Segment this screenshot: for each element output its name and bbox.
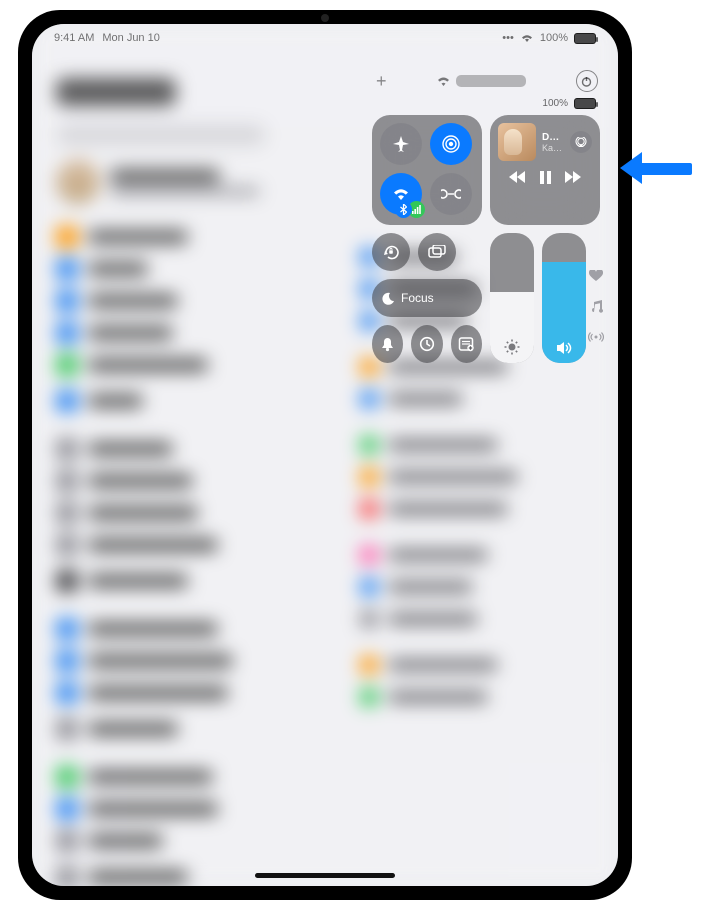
volume-icon (556, 341, 573, 355)
rotation-lock-button[interactable] (372, 233, 410, 271)
volume-slider[interactable] (542, 233, 586, 363)
cellular-badge-icon (412, 205, 421, 214)
pause-button[interactable] (540, 171, 551, 184)
timer-button[interactable] (411, 325, 442, 363)
add-control-button[interactable]: + (376, 71, 387, 92)
wifi-toggle[interactable] (380, 173, 422, 215)
moon-icon (382, 292, 395, 305)
bluetooth-badge-icon (400, 204, 407, 215)
camera-dot (321, 14, 329, 22)
wifi-status-icon (520, 33, 534, 43)
brightness-icon (504, 339, 520, 355)
side-indicators (588, 270, 604, 342)
status-bar: 9:41 AM Mon Jun 10 ••• 100% (32, 32, 618, 44)
screen: 9:41 AM Mon Jun 10 ••• 100% + (32, 24, 618, 886)
control-center: + 100% (372, 70, 602, 363)
battery-pct: 100% (540, 32, 568, 44)
quick-note-button[interactable] (451, 325, 482, 363)
heart-icon (589, 270, 603, 282)
rewind-button[interactable] (508, 171, 526, 184)
ipad-device-frame: 9:41 AM Mon Jun 10 ••• 100% + (18, 10, 632, 900)
focus-label: Focus (401, 291, 434, 305)
media-title: Deeper Well (542, 132, 564, 143)
callout-arrow (620, 152, 692, 184)
battery-icon-cc (574, 98, 596, 109)
battery-icon (574, 33, 596, 44)
connectivity-card[interactable] (372, 115, 482, 225)
status-dots-icon: ••• (502, 32, 514, 44)
airplane-mode-toggle[interactable] (380, 123, 422, 165)
wifi-icon (437, 76, 450, 87)
battery-pct-cc: 100% (542, 98, 568, 109)
album-art (498, 123, 536, 161)
status-date: Mon Jun 10 (102, 32, 159, 44)
airplay-button[interactable] (570, 131, 592, 153)
media-artist: Kacey Musgraves (542, 143, 564, 153)
brightness-slider[interactable] (490, 233, 534, 363)
personal-hotspot-toggle[interactable] (430, 173, 472, 215)
home-indicator[interactable] (255, 873, 395, 878)
hotspot-icon (588, 332, 604, 342)
airdrop-toggle[interactable] (430, 123, 472, 165)
device-chip[interactable] (437, 75, 526, 87)
now-playing-card[interactable]: Deeper Well Kacey Musgraves (490, 115, 600, 225)
screen-mirroring-button[interactable] (418, 233, 456, 271)
silent-mode-button[interactable] (372, 325, 403, 363)
status-time: 9:41 AM (54, 32, 94, 44)
music-icon (590, 300, 603, 314)
focus-button[interactable]: Focus (372, 279, 482, 317)
power-button[interactable] (576, 70, 598, 92)
fast-forward-button[interactable] (565, 171, 583, 184)
